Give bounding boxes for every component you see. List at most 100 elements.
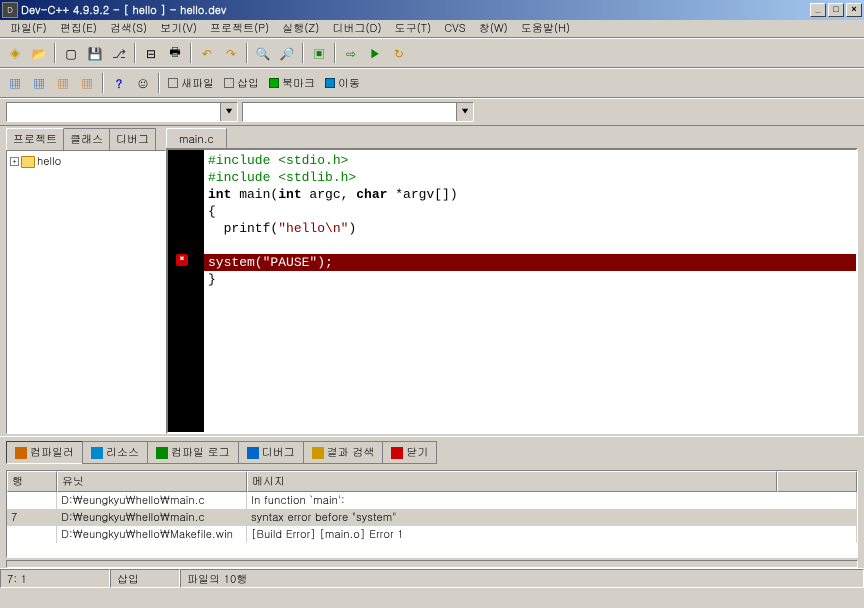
toolbar-main: ◈ 📂 ▢ 💾 ⎇ ⊟ 🖶 ↶ ↷ 🔍 🔎 ▣ ⇨ ▶ ↻ [0,38,864,68]
undo-icon[interactable]: ↶ [196,42,218,64]
grid4-icon[interactable]: ▦ [76,72,98,94]
goto-button[interactable]: 이동 [321,76,364,91]
menu-help[interactable]: 도움말(H) [515,20,576,37]
menu-view[interactable]: 보기(V) [154,20,203,37]
bookmark-button[interactable]: 북마크 [265,76,319,91]
menu-search[interactable]: 검색(S) [104,20,153,37]
tab-close[interactable]: 닫기 [382,441,437,464]
grid1-icon[interactable]: ▦ [4,72,26,94]
insert-label: 삽입 [237,76,259,91]
new-file-icon[interactable]: ▢ [60,42,82,64]
menu-window[interactable]: 창(W) [473,20,514,37]
header-msg[interactable]: 메시지 [247,471,777,492]
error-line-highlight: ✖ system("PAUSE"); [204,254,856,271]
help-icon[interactable]: ? [108,72,130,94]
menu-project[interactable]: 프로젝트(P) [204,20,275,37]
about-icon[interactable]: ☺ [132,72,154,94]
open-icon[interactable]: 📂 [28,42,50,64]
maximize-button[interactable]: □ [828,3,844,17]
results-icon [312,447,324,459]
bottom-tabs: 컴파일러 리소스 컴파일 로그 디버그 결과 검색 닫기 [0,436,864,468]
menu-bar: 파일(F) 편집(E) 검색(S) 보기(V) 프로젝트(P) 실행(Z) 디버… [0,20,864,38]
project-tree[interactable]: + hello [6,150,166,434]
menu-cvs[interactable]: CVS [438,20,471,37]
find-icon[interactable]: 🔍 [252,42,274,64]
separator [190,43,192,63]
save-all-icon[interactable]: ⎇ [108,42,130,64]
title-bar: D Dev-C++ 4.9.9.2 - [ hello ] - hello.de… [0,0,864,20]
print-icon[interactable]: 🖶 [164,42,186,64]
toolbar-secondary: ▦ ▦ ▦ ▦ ? ☺ 새파일 삽입 북마크 이동 [0,68,864,98]
compile-icon[interactable]: ▣ [308,42,330,64]
tab-resource[interactable]: 리소스 [82,441,148,464]
menu-file[interactable]: 파일(F) [4,20,53,37]
code-line: #include <stdlib.h> [208,169,856,186]
status-lines: 파일의 10행 [180,569,864,588]
new-project-icon[interactable]: ◈ [4,42,26,64]
separator [102,73,104,93]
menu-tools[interactable]: 도구(T) [389,20,438,37]
sidebar-tabs: 프로젝트 클래스 디버그 [6,128,166,150]
combo-left[interactable] [6,102,238,122]
tab-debug[interactable]: 디버그 [109,128,156,150]
tab-project[interactable]: 프로젝트 [6,128,64,150]
log-icon [156,447,168,459]
separator [134,43,136,63]
code-line: { [208,203,856,220]
editor-tabs: main.c [166,128,858,148]
tab-results[interactable]: 결과 검색 [303,441,384,464]
expand-icon[interactable]: + [10,157,19,166]
compile-run-icon[interactable]: ▶ [364,42,386,64]
redo-icon[interactable]: ↷ [220,42,242,64]
grid2-icon[interactable]: ▦ [28,72,50,94]
minimize-button[interactable]: _ [810,3,826,17]
code-line: int main(int argc, char *argv[]) [208,186,856,203]
separator [246,43,248,63]
editor-gutter [168,150,204,432]
goto-label: 이동 [338,76,360,91]
bookmark-label: 북마크 [282,76,315,91]
tree-root-label: hello [37,154,61,169]
save-icon[interactable]: 💾 [84,42,106,64]
resource-icon [91,447,103,459]
code-line: } [208,271,856,288]
error-icon: ✖ [176,254,188,266]
tab-class[interactable]: 클래스 [63,128,110,150]
grid-header: 행 유닛 메시지 [7,471,857,492]
editor-area: main.c #include <stdio.h> #include <stdl… [166,128,858,434]
tab-log[interactable]: 컴파일 로그 [147,441,239,464]
work-area: 프로젝트 클래스 디버그 + hello main.c #include <st… [0,126,864,436]
header-line[interactable]: 행 [7,471,57,492]
separator [334,43,336,63]
window-title: Dev-C++ 4.9.9.2 - [ hello ] - hello.dev [21,3,810,18]
newfile-button[interactable]: 새파일 [164,76,218,91]
close-button[interactable]: × [846,3,862,17]
editor-tab-main[interactable]: main.c [166,128,227,148]
grid3-icon[interactable]: ▦ [52,72,74,94]
menu-debug[interactable]: 디버그(D) [326,20,387,37]
tab-debug-bottom[interactable]: 디버그 [238,441,304,464]
separator [54,43,56,63]
scroll-area[interactable] [6,560,858,568]
tab-compiler[interactable]: 컴파일러 [6,441,83,464]
grid-row[interactable]: D:\eungkyu\hello\Makefile.win [Build Err… [7,526,857,543]
header-blank[interactable] [777,471,857,492]
grid-row-selected[interactable]: 7 D:\eungkyu\hello\main.c syntax error b… [7,509,857,526]
header-unit[interactable]: 유닛 [57,471,247,492]
insert-button[interactable]: 삽입 [220,76,263,91]
status-position: 7: 1 [0,569,110,588]
compiler-output-grid[interactable]: 행 유닛 메시지 D:\eungkyu\hello\main.c In func… [6,470,858,558]
menu-edit[interactable]: 편집(E) [54,20,103,37]
grid-row-empty [7,543,857,557]
close-file-icon[interactable]: ⊟ [140,42,162,64]
folder-icon [21,156,35,168]
tree-root-node[interactable]: + hello [9,153,163,170]
replace-icon[interactable]: 🔎 [276,42,298,64]
code-area[interactable]: #include <stdio.h> #include <stdlib.h> i… [204,150,856,432]
run-icon[interactable]: ⇨ [340,42,362,64]
code-editor[interactable]: #include <stdio.h> #include <stdlib.h> i… [166,148,858,434]
combo-right[interactable] [242,102,474,122]
grid-row[interactable]: D:\eungkyu\hello\main.c In function `mai… [7,492,857,509]
rebuild-icon[interactable]: ↻ [388,42,410,64]
menu-run[interactable]: 실행(Z) [276,20,325,37]
